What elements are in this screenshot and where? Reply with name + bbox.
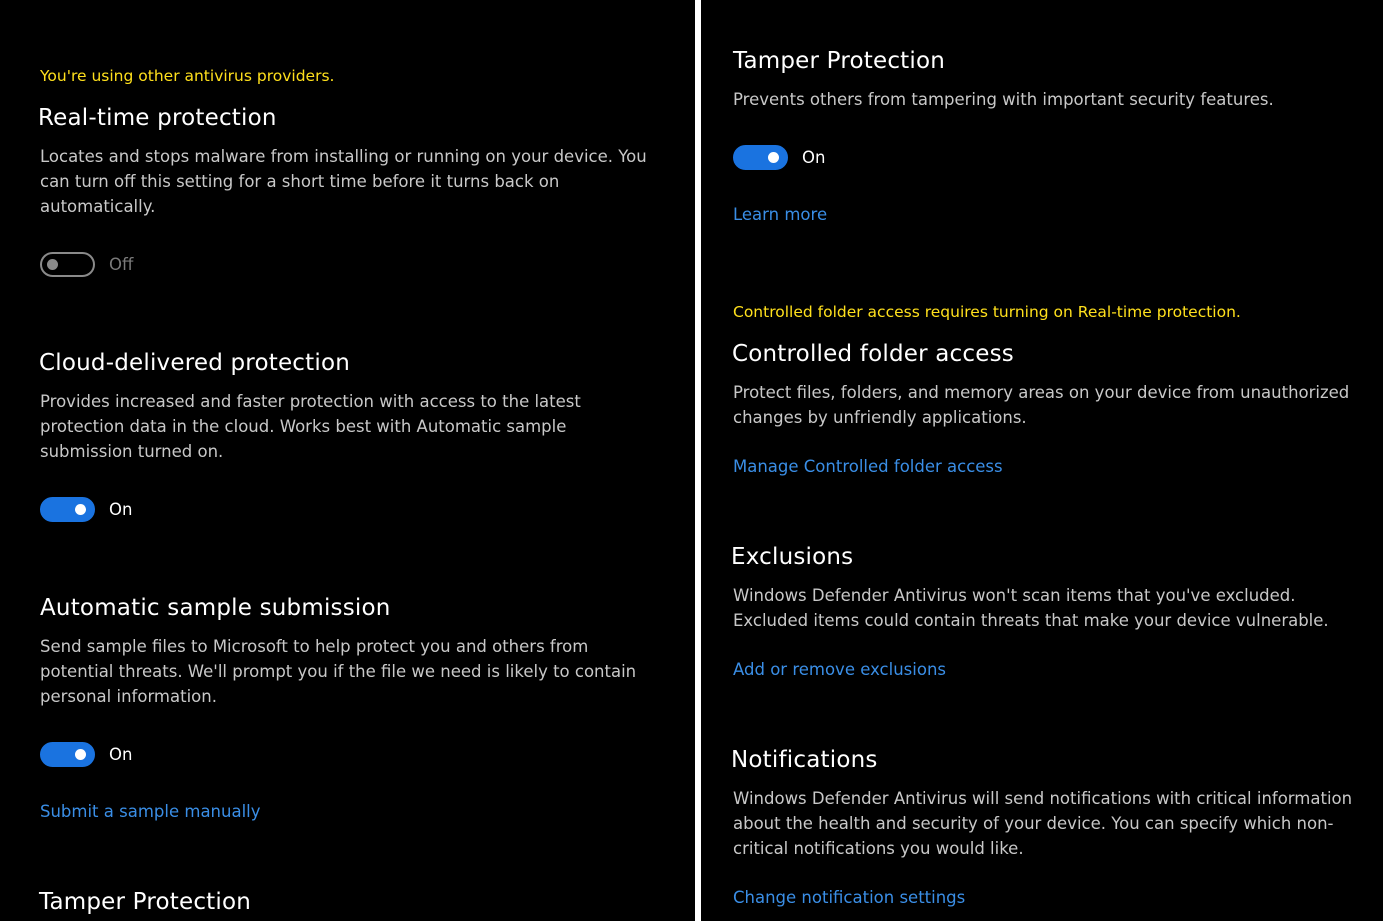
tamper-toggle-label: On	[802, 147, 826, 167]
toggle-knob	[75, 749, 86, 760]
manage-cfa-link[interactable]: Manage Controlled folder access	[733, 456, 1003, 478]
cfa-description: Protect files, folders, and memory areas…	[733, 383, 1350, 427]
cloud-toggle-label: On	[109, 499, 133, 519]
sample-description: Send sample files to Microsoft to help p…	[40, 637, 637, 706]
toggle-knob	[75, 504, 86, 515]
cloud-toggle-row[interactable]: On	[40, 497, 132, 522]
notifications-title: Notifications	[731, 747, 878, 773]
toggle-knob	[768, 152, 779, 163]
cfa-warning: Controlled folder access requires turnin…	[733, 303, 1241, 321]
tamper-title: Tamper Protection	[733, 48, 946, 74]
realtime-toggle[interactable]	[40, 252, 95, 277]
right-panel: Tamper Protection Prevents others from t…	[701, 0, 1383, 921]
realtime-toggle-label: Off	[109, 254, 134, 274]
add-remove-exclusions-link[interactable]: Add or remove exclusions	[733, 659, 946, 681]
screenshot-composite: You're using other antivirus providers. …	[0, 0, 1383, 921]
realtime-title: Real-time protection	[38, 105, 277, 131]
exclusions-description: Windows Defender Antivirus won't scan it…	[733, 586, 1329, 630]
cloud-description: Provides increased and faster protection…	[40, 392, 581, 461]
realtime-toggle-row[interactable]: Off	[40, 252, 133, 277]
notifications-description: Windows Defender Antivirus will send not…	[733, 789, 1353, 858]
sample-toggle-row[interactable]: On	[40, 742, 132, 767]
change-notification-settings-link[interactable]: Change notification settings	[733, 887, 965, 909]
tamper-description: Prevents others from tampering with impo…	[733, 90, 1274, 109]
left-panel: You're using other antivirus providers. …	[0, 0, 695, 921]
tamper-toggle[interactable]	[733, 145, 788, 170]
submit-sample-link[interactable]: Submit a sample manually	[40, 801, 261, 823]
sample-toggle[interactable]	[40, 742, 95, 767]
learn-more-link[interactable]: Learn more	[733, 204, 827, 226]
cfa-title: Controlled folder access	[732, 341, 1014, 367]
realtime-description: Locates and stops malware from installin…	[40, 147, 647, 216]
sample-toggle-label: On	[109, 744, 133, 764]
exclusions-title: Exclusions	[731, 544, 854, 570]
sample-title: Automatic sample submission	[40, 595, 391, 621]
cloud-title: Cloud-delivered protection	[39, 350, 350, 376]
cloud-toggle[interactable]	[40, 497, 95, 522]
tamper-toggle-row[interactable]: On	[733, 145, 825, 170]
tamper-title-partial: Tamper Protection	[39, 889, 252, 915]
realtime-warning: You're using other antivirus providers.	[40, 67, 335, 85]
toggle-knob	[47, 259, 58, 270]
